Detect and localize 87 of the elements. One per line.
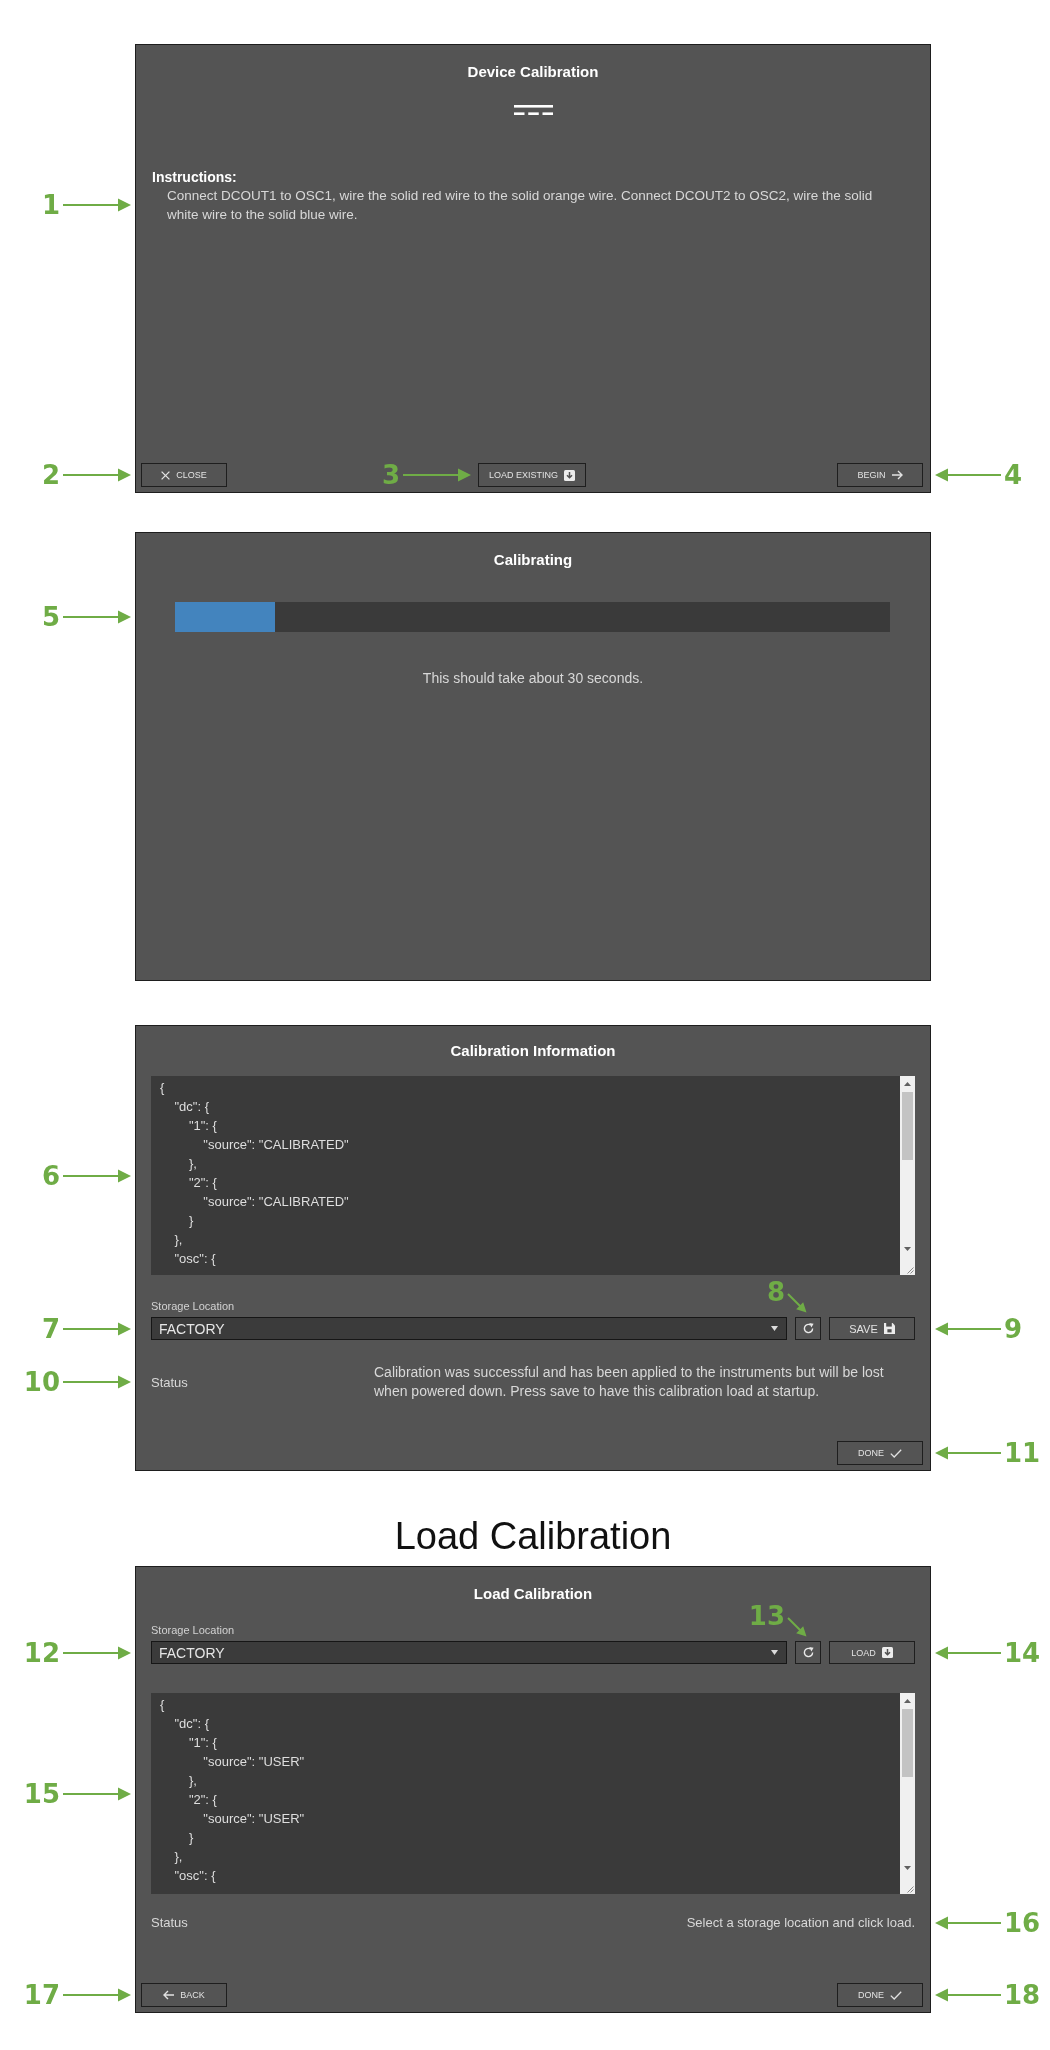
section-heading: Load Calibration — [394, 1514, 672, 1558]
refresh-icon — [802, 1323, 814, 1334]
scroll-up-arrow-icon[interactable] — [904, 1082, 911, 1086]
callout-arrow — [787, 1617, 807, 1637]
scroll-down-arrow-icon[interactable] — [904, 1866, 911, 1870]
load-button[interactable]: LOAD EXISTING — [478, 463, 586, 487]
begin-button[interactable]: BEGIN — [837, 463, 923, 487]
callout-number: 8 — [766, 1279, 785, 1305]
checkmark-icon — [890, 1990, 902, 2000]
callout-number: 13 — [748, 1603, 785, 1629]
callout-number: 12 — [23, 1639, 60, 1666]
callout-arrow — [63, 610, 131, 624]
done-button[interactable]: DONE — [837, 1983, 923, 2007]
status-message: Select a storage location and click load. — [686, 1914, 915, 1932]
callout-arrow — [935, 1446, 1001, 1460]
callout-number: 1 — [41, 192, 60, 218]
caret-down-icon — [771, 1326, 778, 1331]
save-button[interactable]: SAVE — [829, 1317, 915, 1340]
callout-arrow — [63, 1988, 131, 2002]
load-button[interactable]: LOAD — [829, 1641, 915, 1664]
dialog-title: Calibration Information — [450, 1041, 616, 1061]
callout-number: 4 — [1004, 462, 1023, 488]
back-button[interactable]: BACK — [141, 1983, 227, 2007]
callout-number: 14 — [1004, 1639, 1041, 1666]
callout-arrow — [935, 1645, 1001, 1660]
vertical-scrollbar[interactable] — [900, 1076, 915, 1259]
callout-arrow — [935, 1321, 1001, 1336]
storage-location-dropdown[interactable]: FACTORY — [151, 1641, 787, 1664]
callout-number: 2 — [41, 462, 60, 488]
callout-arrow — [63, 1786, 131, 1801]
download-icon — [881, 1647, 893, 1658]
json-text-area[interactable]: { "dc": { "1": { "source": "USER" }, "2": { "source": "USER" } }, "osc": { — [151, 1693, 915, 1894]
caret-down-icon — [771, 1650, 778, 1655]
instructions-heading: Instructions: — [152, 168, 237, 186]
dialog-title: Device Calibration — [467, 62, 599, 82]
resize-grip-icon[interactable] — [900, 1259, 915, 1275]
refresh-button[interactable] — [795, 1317, 821, 1340]
callout-number: 6 — [41, 1162, 60, 1189]
callout-arrow — [63, 1375, 131, 1389]
callout-arrow — [63, 198, 131, 212]
dc-symbol-icon — [513, 105, 553, 115]
vertical-scrollbar[interactable] — [900, 1693, 915, 1878]
refresh-icon — [802, 1647, 814, 1658]
status-message: Calibration was successful and has been applied to the instruments but will be lost when powered down. Press save to have this calibration load at startup. — [374, 1363, 885, 1401]
close-icon — [161, 470, 171, 480]
resize-grip-icon[interactable] — [900, 1878, 915, 1894]
callout-number: 18 — [1004, 1982, 1041, 2008]
scroll-up-arrow-icon[interactable] — [904, 1699, 911, 1703]
close-button[interactable]: CLOSE — [141, 463, 227, 487]
callout-arrow — [63, 1321, 131, 1336]
callout-number: 3 — [381, 462, 400, 488]
callout-arrow — [935, 468, 1001, 482]
progress-message: This should take about 30 seconds. — [422, 669, 644, 687]
callout-number: 7 — [41, 1315, 60, 1342]
dialog-title: Calibrating — [493, 550, 573, 570]
callout-arrow — [63, 1645, 131, 1660]
download-icon — [564, 469, 575, 481]
refresh-button[interactable] — [795, 1641, 821, 1664]
dialog-title: Load Calibration — [473, 1584, 593, 1604]
callout-arrow — [787, 1293, 807, 1313]
callout-number: 5 — [41, 604, 60, 630]
callout-arrow — [63, 1168, 131, 1183]
scrollbar-thumb[interactable] — [902, 1092, 913, 1160]
done-button[interactable]: DONE — [837, 1441, 923, 1465]
scrollbar-thumb[interactable] — [902, 1709, 913, 1777]
callout-number: 9 — [1004, 1315, 1023, 1342]
storage-location-label: Storage Location — [151, 1623, 235, 1637]
save-icon — [883, 1323, 895, 1334]
callout-number: 16 — [1004, 1909, 1041, 1936]
checkmark-icon — [890, 1448, 902, 1458]
callout-arrow — [935, 1915, 1001, 1930]
callout-arrow — [935, 1988, 1001, 2002]
storage-location-label: Storage Location — [151, 1299, 235, 1313]
instructions-text: Connect DCOUT1 to OSC1, wire the solid red wire to the solid orange wire. Connect DCOUT2 to OSC2, wire the solid white wire to the solid blue wire. — [167, 187, 874, 224]
callout-number: 17 — [23, 1982, 60, 2008]
scroll-down-arrow-icon[interactable] — [904, 1247, 911, 1251]
arrow-left-icon — [163, 1990, 175, 2000]
callout-number: 11 — [1004, 1440, 1041, 1466]
callout-arrow — [403, 468, 471, 482]
callout-number: 10 — [23, 1369, 60, 1395]
json-text-area[interactable]: { "dc": { "1": { "source": "CALIBRATED" }, "2": { "source": "CALIBRATED" } }, "osc": { — [151, 1076, 915, 1275]
callout-arrow — [63, 468, 131, 482]
callout-number: 15 — [23, 1780, 60, 1807]
status-label: Status — [151, 1914, 188, 1932]
storage-location-dropdown[interactable]: FACTORY — [151, 1317, 787, 1340]
arrow-right-icon — [891, 470, 903, 480]
status-label: Status — [151, 1373, 189, 1392]
